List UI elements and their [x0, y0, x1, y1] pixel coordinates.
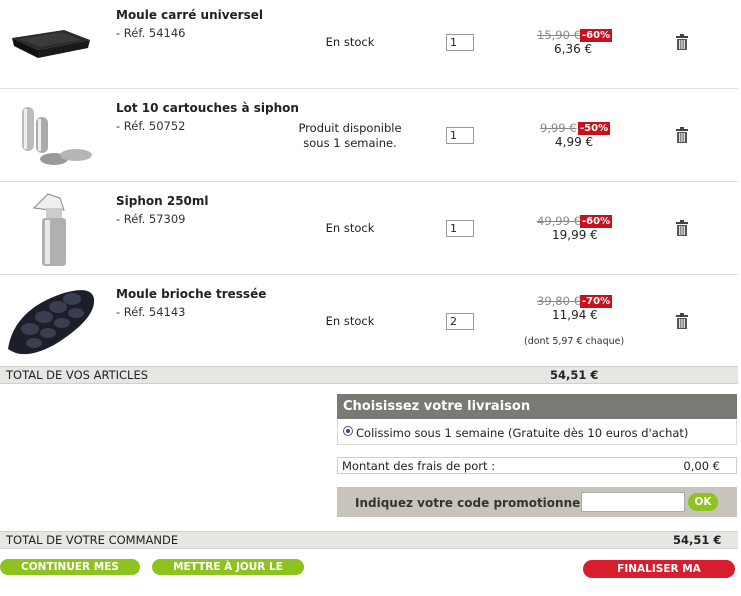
availability: En stock [325, 221, 375, 235]
price: 19,99 € [552, 228, 598, 242]
old-price: 49,99 € [537, 214, 581, 228]
shipping-fees-value: 0,00 € [683, 459, 720, 473]
price: 6,36 € [554, 42, 593, 56]
cart-row: Siphon 250ml - Réf. 57309 En stock 1 49,… [0, 182, 738, 275]
availability: En stock [325, 35, 375, 49]
price: 4,99 € [555, 135, 594, 149]
discount-badge: -70% [580, 295, 613, 308]
articles-total-label: TOTAL DE VOS ARTICLES [6, 368, 149, 382]
availability: Produit disponible sous 1 semaine. [298, 121, 402, 150]
promo-code-input[interactable] [581, 492, 685, 512]
trash-icon[interactable] [675, 127, 689, 143]
trash-icon[interactable] [675, 220, 689, 236]
trash-icon[interactable] [675, 34, 689, 50]
quantity-input[interactable]: 2 [446, 313, 474, 330]
product-image-siphon[interactable] [4, 188, 96, 268]
product-image-square-pan[interactable] [4, 2, 96, 82]
product-name[interactable]: Siphon 250ml [116, 194, 209, 208]
quantity-input[interactable]: 1 [446, 34, 474, 51]
shipping-header: Choisissez votre livraison [337, 394, 737, 419]
product-name[interactable]: Moule carré universel [116, 8, 263, 22]
old-price: 39,80 € [537, 294, 581, 308]
promo-code-box: Indiquez votre code promotionnel* ici : … [337, 487, 737, 517]
order-total-label: TOTAL DE VOTRE COMMANDE [6, 533, 179, 547]
promo-code-label: Indiquez votre code promotionnel* ici : [355, 496, 620, 510]
cart-row: Moule brioche tressée - Réf. 54143 En st… [0, 275, 738, 366]
product-name[interactable]: Moule brioche tressée [116, 287, 266, 301]
product-ref: - Réf. 54143 [116, 305, 186, 319]
update-cart-button[interactable]: METTRE À JOUR LE PANIER [152, 559, 304, 589]
shipping-fees-label: Montant des frais de port : [342, 459, 496, 473]
availability: En stock [325, 314, 375, 328]
order-total-value: 54,51 € [673, 533, 722, 547]
finalize-order-button[interactable]: FINALISER MA COMMANDE [583, 560, 735, 593]
unit-price-note: (dont 5,97 € chaque) [524, 336, 625, 347]
order-total-bar: TOTAL DE VOTRE COMMANDE 54,51 € [0, 531, 738, 549]
product-ref: - Réf. 57309 [116, 212, 186, 226]
old-price: 9,99 € [540, 121, 577, 135]
shipping-option[interactable]: Colissimo sous 1 semaine (Gratuite dès 1… [337, 420, 737, 445]
product-image-brioche-mold[interactable] [4, 279, 96, 359]
shipping-fees: Montant des frais de port : 0,00 € [337, 457, 737, 474]
cart-row: Moule carré universel - Réf. 54146 En st… [0, 0, 738, 89]
trash-icon[interactable] [675, 313, 689, 329]
product-name[interactable]: Lot 10 cartouches à siphon [116, 101, 299, 115]
product-ref: - Réf. 50752 [116, 119, 186, 133]
product-ref: - Réf. 54146 [116, 26, 186, 40]
shipping-option-label[interactable]: Colissimo sous 1 semaine (Gratuite dès 1… [356, 426, 688, 440]
discount-badge: -60% [580, 29, 613, 42]
price: 11,94 € [552, 308, 598, 322]
quantity-input[interactable]: 1 [446, 220, 474, 237]
articles-total-bar: TOTAL DE VOS ARTICLES 54,51 € [0, 366, 738, 384]
articles-total-value: 54,51 € [550, 368, 599, 382]
cart-row: Lot 10 cartouches à siphon - Réf. 50752 … [0, 89, 738, 182]
product-image-cartridges[interactable] [4, 95, 96, 175]
old-price: 15,90 € [537, 28, 581, 42]
promo-ok-button[interactable]: OK [688, 493, 718, 511]
quantity-input[interactable]: 1 [446, 127, 474, 144]
radio-selected-icon[interactable] [343, 426, 353, 436]
discount-badge: -60% [580, 215, 613, 228]
discount-badge: -50% [578, 122, 611, 135]
continue-shopping-button[interactable]: CONTINUER MES ACHATS [0, 559, 140, 589]
